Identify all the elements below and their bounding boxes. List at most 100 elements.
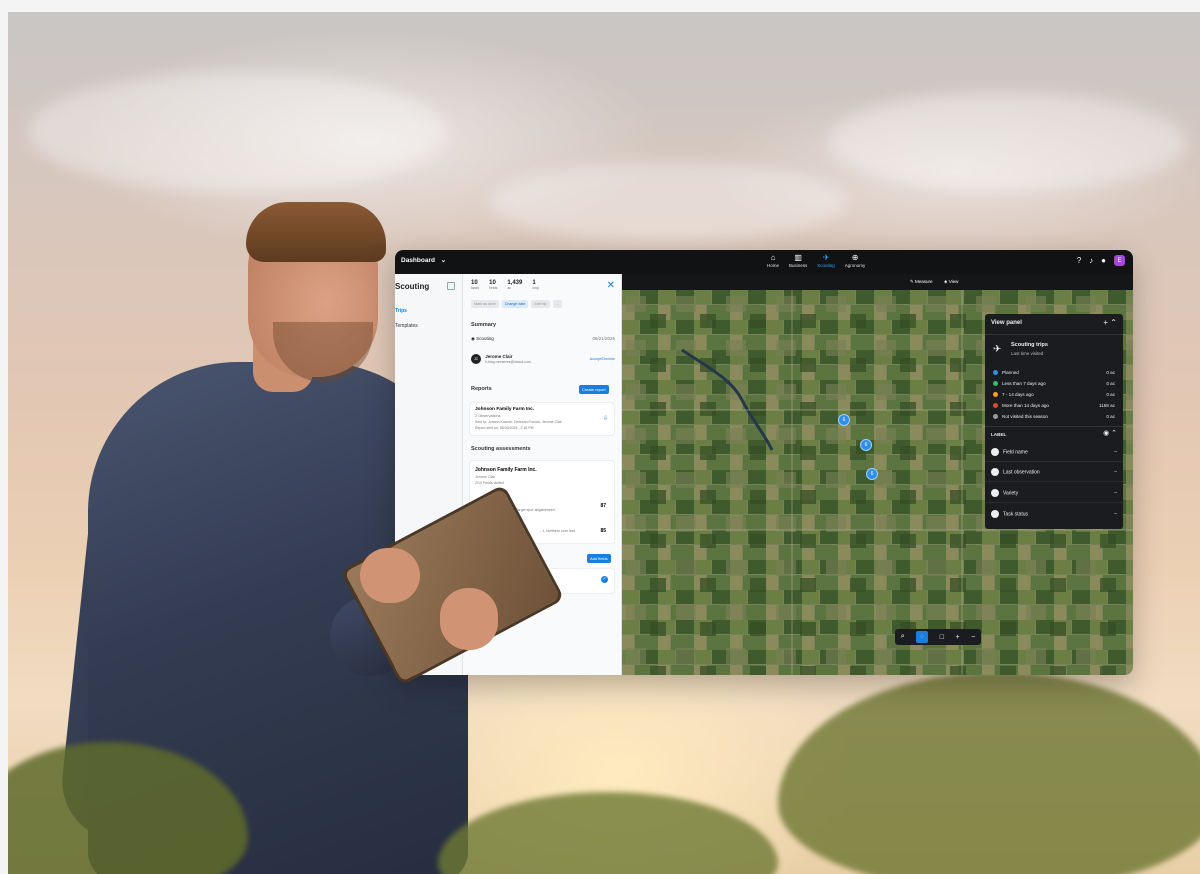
radio-icon [991, 489, 999, 497]
collapse-sidebar-icon[interactable] [447, 282, 455, 290]
nav-agronomy[interactable]: ⊕ Agronomy [845, 253, 866, 268]
label-text: Last observation [1003, 469, 1040, 476]
minus-icon: – [1114, 449, 1117, 455]
close-icon[interactable]: ✕ [607, 280, 615, 291]
divider [985, 481, 1123, 482]
stat-label: tasks [471, 286, 480, 290]
agronomy-icon: ⊕ [851, 253, 859, 262]
chevron-up-icon[interactable]: ⌃ [1110, 318, 1117, 327]
sidebar-item-trips[interactable]: Trips [395, 308, 407, 314]
sidebar-item-templates[interactable]: Templates [395, 323, 418, 329]
map-marker[interactable]: 6 [866, 468, 878, 480]
report-farm: Johnson Family Farm Inc. [475, 407, 535, 412]
edit-trip-button[interactable]: Edit trip [531, 300, 550, 308]
stat-label: crop [532, 286, 540, 290]
sidebar-title-text: Scouting [395, 282, 430, 291]
eye-icon[interactable]: ◉ [1103, 430, 1109, 437]
download-icon[interactable]: ⇩ [603, 415, 608, 422]
stat-acres: 1,439 ac [507, 280, 522, 290]
help-icon[interactable]: ? [1077, 256, 1081, 265]
check-icon: ✓ [601, 576, 608, 583]
report-card[interactable]: Johnson Family Farm Inc. 2 Observations … [469, 402, 615, 436]
change-date-button[interactable]: Change date [501, 300, 529, 308]
label-last-observation[interactable]: Last observation – [991, 468, 1117, 476]
legend-lt7: Less than 7 days ago 0 ac [993, 381, 1115, 387]
legend-label: Not visited this season [1002, 414, 1048, 419]
stat-label: fields [489, 286, 498, 290]
view-button[interactable]: ◈ View [944, 279, 958, 285]
divider [985, 426, 1123, 427]
farmer-hair [246, 202, 386, 262]
workspace-switcher[interactable]: Dashboard ⌄ [401, 256, 446, 264]
chevron-down-icon: ⌄ [440, 257, 447, 264]
stat-tasks: 10 tasks [471, 280, 479, 290]
divider [985, 461, 1123, 462]
legend-dot [993, 381, 998, 387]
nav-business-label: Business [789, 263, 808, 268]
zoom-in-icon[interactable]: + [956, 634, 960, 641]
label-task-status[interactable]: Task status – [991, 510, 1117, 518]
summary-heading: Summary [471, 322, 497, 328]
nav-home-label: Home [767, 263, 780, 268]
cloud [28, 72, 448, 192]
assessments-heading: Scouting assessments [471, 446, 531, 452]
more-button[interactable]: ... [552, 300, 562, 308]
sidebar-title: Scouting [395, 282, 429, 291]
label-text: Task status [1003, 511, 1029, 518]
scouting-icon: ✈ [822, 253, 830, 262]
label-heading: LABEL [991, 432, 1007, 437]
accept-decline-link[interactable]: Accept/Decline [590, 357, 615, 361]
view-label: View [948, 279, 959, 284]
assessment-farm: Johnson Family Farm Inc. [475, 467, 537, 473]
legend-dot [993, 370, 998, 376]
draw-rectangle-icon[interactable]: □ [940, 634, 944, 641]
legend-value: 0 ac [1106, 392, 1115, 397]
topbar-actions: ? ♪ ● E [1077, 255, 1125, 266]
select-area-icon[interactable]: ◌ [916, 631, 929, 643]
plus-icon[interactable]: + [1103, 318, 1108, 327]
person-name: Jerome Clair [485, 354, 513, 359]
map-toolbar: ✎ Measure ◈ View [622, 274, 1133, 290]
label-controls[interactable]: ◉ ⌃ [1103, 429, 1117, 437]
top-navigation-bar: Dashboard ⌄ ⌂ Home ▥ Business ✈ Scouting… [395, 250, 1133, 274]
view-panel-controls[interactable]: + ⌃ [1103, 318, 1117, 327]
legend-value: 0 ac [1106, 414, 1115, 419]
trip-actions: Mark as done Change date Edit trip ... [471, 300, 562, 308]
second-detail: ...t, Northern corn leaf [540, 529, 575, 533]
minus-icon: – [1114, 469, 1117, 475]
view-panel-title: View panel [991, 320, 1022, 326]
radio-icon [991, 510, 999, 518]
stat-fields: 10 fields [489, 280, 497, 290]
zoom-out-icon[interactable]: − [971, 634, 975, 641]
nav-business[interactable]: ▥ Business [789, 253, 807, 268]
measure-button[interactable]: ✎ Measure [910, 279, 933, 285]
avatar[interactable]: E [1114, 255, 1125, 266]
second-score: 85 [600, 528, 606, 534]
report-sent-on: Report sent on: 06/30/2025 - 2:18 PM [475, 426, 534, 430]
notifications-icon[interactable]: ♪ [1089, 256, 1093, 265]
add-fields-button[interactable]: Add fields [587, 554, 611, 563]
business-icon: ▥ [794, 253, 802, 262]
legend-7to14: 7 - 14 days ago 0 ac [993, 392, 1115, 398]
radio-icon [991, 448, 999, 456]
legend-gt14: More than 14 days ago 1158 ac [993, 403, 1115, 409]
camera-icon: ◉ [471, 336, 475, 341]
nav-scouting[interactable]: ✈ Scouting [817, 253, 835, 268]
legend-planned: Planned 0 ac [993, 370, 1115, 376]
label-variety[interactable]: Variety – [991, 489, 1117, 497]
label-field-name[interactable]: Field name – [991, 448, 1117, 456]
create-report-button[interactable]: Create report [579, 385, 609, 394]
scouting-trip-icon: ✈ [993, 344, 1002, 355]
view-panel: View panel + ⌃ ✈ Scouting trips Last tim… [985, 314, 1123, 529]
label-text: Variety [1003, 490, 1019, 497]
radio-icon [991, 468, 999, 476]
map-marker[interactable]: 6 [838, 414, 850, 426]
user-icon[interactable]: ● [1101, 256, 1106, 265]
map-area: ✎ Measure ◈ View 6 6 6 View panel + ⌃ ✈ … [622, 274, 1133, 675]
chevron-up-icon[interactable]: ⌃ [1111, 430, 1117, 437]
nav-home[interactable]: ⌂ Home [767, 253, 779, 268]
search-icon[interactable]: ⌕ [901, 633, 905, 641]
map-marker[interactable]: 6 [860, 439, 872, 451]
legend-dot [993, 403, 998, 409]
mark-done-button[interactable]: Mark as done [471, 300, 499, 308]
